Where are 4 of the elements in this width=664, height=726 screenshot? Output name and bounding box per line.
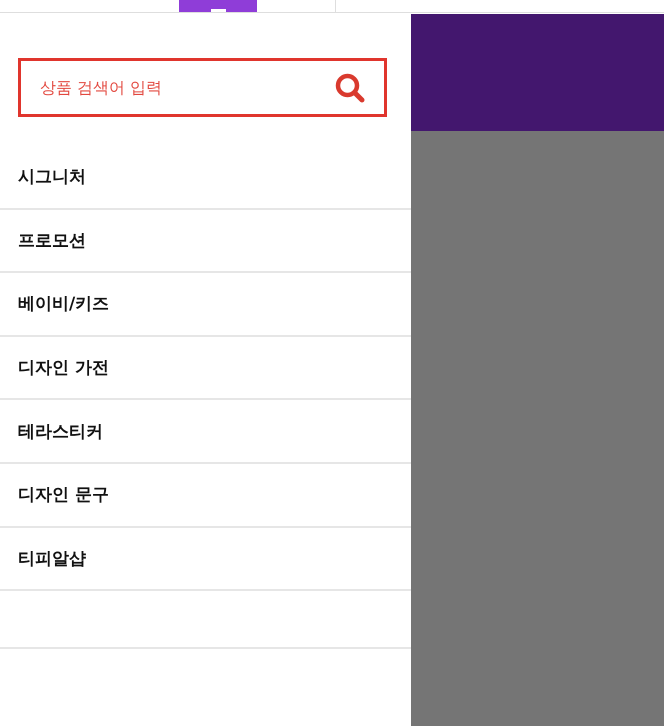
search-field[interactable]: 상품 검색어 입력 <box>18 58 387 117</box>
search-icon <box>334 72 364 102</box>
header-tab[interactable] <box>179 0 257 12</box>
search-button[interactable] <box>334 72 365 103</box>
